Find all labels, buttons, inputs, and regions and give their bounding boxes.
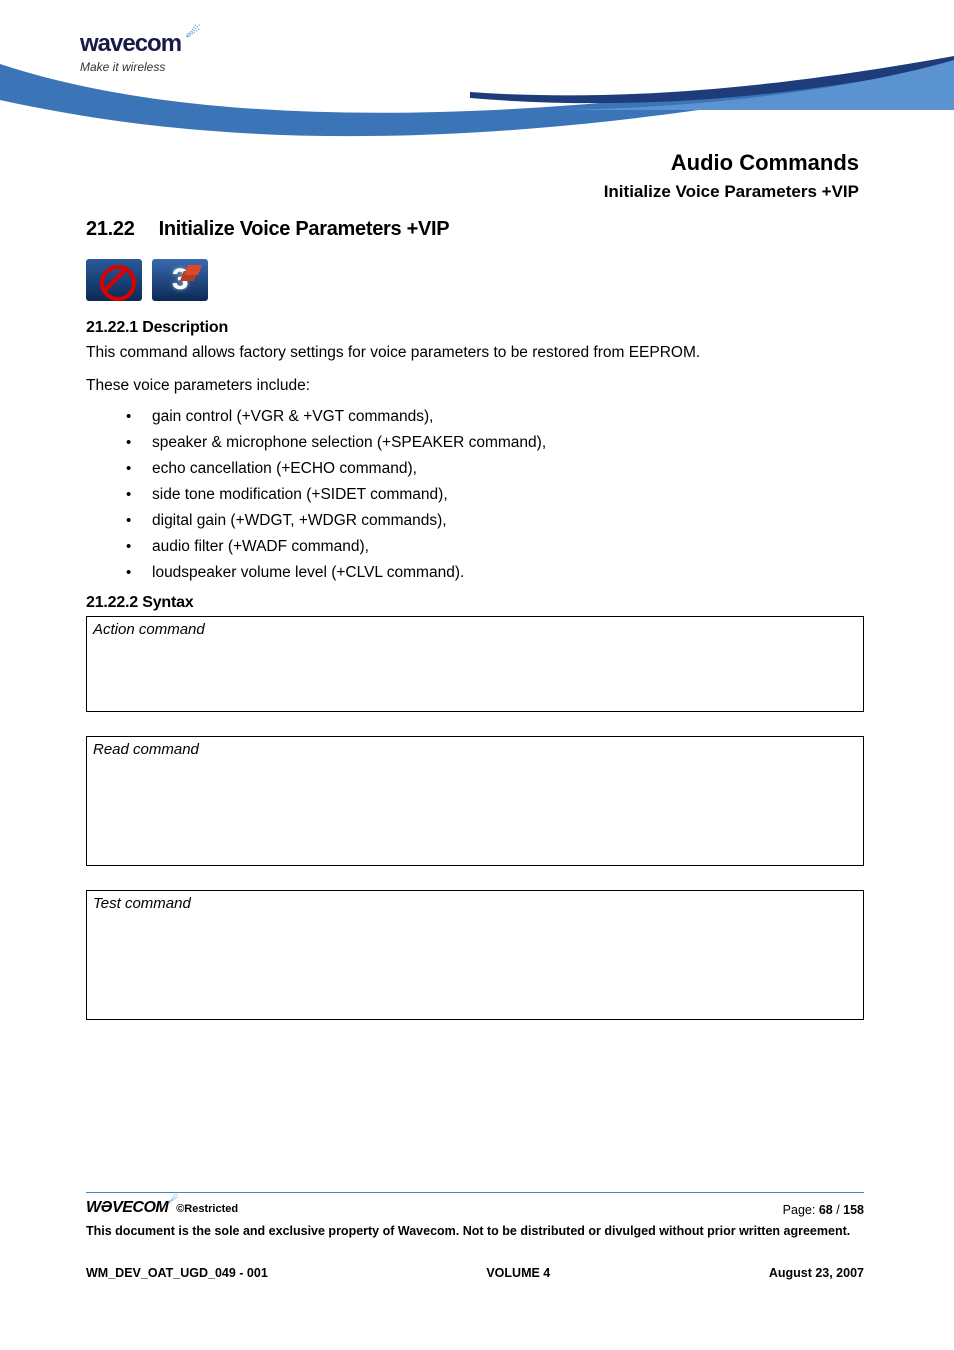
parameter-list: gain control (+VGR & +VGT commands), spe… — [126, 408, 864, 582]
footer-page-current: 68 — [819, 1203, 833, 1217]
icons-row: 3 — [86, 259, 864, 301]
footer-brand-text: WƏVECOM — [86, 1199, 168, 1216]
page: wavecom ☄ Make it wireless Audio Command… — [0, 0, 954, 1350]
list-item: loudspeaker volume level (+CLVL command)… — [126, 564, 864, 582]
list-item: echo cancellation (+ECHO command), — [126, 460, 864, 478]
list-item: audio filter (+WADF command), — [126, 538, 864, 556]
section-number: 21.22 — [86, 218, 135, 241]
page-header: wavecom ☄ Make it wireless — [0, 0, 954, 170]
footer-page: Page: 68 / 158 — [783, 1203, 864, 1217]
section-title: Initialize Voice Parameters +VIP — [159, 218, 450, 240]
description-para-2: These voice parameters include: — [86, 374, 864, 397]
footer-doc-id: WM_DEV_OAT_UGD_049 - 001 — [86, 1266, 268, 1280]
prohibited-icon — [86, 259, 142, 301]
footer-page-total: 158 — [843, 1203, 864, 1217]
footer-brand: WƏVECOM☄ — [86, 1199, 172, 1216]
footer-volume: VOLUME 4 — [486, 1266, 550, 1280]
footer-row-2: WM_DEV_OAT_UGD_049 - 001 VOLUME 4 August… — [86, 1266, 864, 1280]
footer-disclaimer: This document is the sole and exclusive … — [86, 1223, 864, 1240]
footer-row-1: WƏVECOM☄ ©Restricted Page: 68 / 158 — [86, 1199, 864, 1217]
page-subtitle: Initialize Voice Parameters +VIP — [604, 182, 859, 202]
title-block: Audio Commands Initialize Voice Paramete… — [604, 150, 859, 202]
list-item: speaker & microphone selection (+SPEAKER… — [126, 434, 864, 452]
syntax-heading: 21.22.2 Syntax — [86, 594, 864, 612]
page-footer: WƏVECOM☄ ©Restricted Page: 68 / 158 This… — [86, 1192, 864, 1280]
footer-rule — [86, 1192, 864, 1193]
list-item: side tone modification (+SIDET command), — [126, 486, 864, 504]
action-command-label: Action command — [93, 621, 857, 638]
section-heading: 21.22 Initialize Voice Parameters +VIP — [86, 218, 864, 241]
footer-date: August 23, 2007 — [769, 1266, 864, 1280]
footer-brand-group: WƏVECOM☄ ©Restricted — [86, 1199, 238, 1217]
footer-swirl-icon: ☄ — [168, 1195, 176, 1206]
action-command-box: Action command — [86, 616, 864, 712]
test-command-label: Test command — [93, 895, 857, 912]
read-command-label: Read command — [93, 741, 857, 758]
brand-swirl-icon: ☄ — [186, 24, 198, 41]
read-command-box: Read command — [86, 736, 864, 866]
page-title: Audio Commands — [604, 150, 859, 176]
three-d-icon: 3 — [152, 259, 208, 301]
test-command-box: Test command — [86, 890, 864, 1020]
three-digit: 3 — [172, 263, 189, 296]
footer-restricted: ©Restricted — [176, 1203, 238, 1215]
content: 21.22Initialize Voice Parameters +VIP 3 … — [86, 218, 864, 1044]
list-item: gain control (+VGR & +VGT commands), — [126, 408, 864, 426]
description-heading: 21.22.1 Description — [86, 319, 864, 337]
description-para-1: This command allows factory settings for… — [86, 341, 864, 364]
footer-page-sep: / — [833, 1203, 843, 1217]
footer-page-label: Page: — [783, 1203, 819, 1217]
list-item: digital gain (+WDGT, +WDGR commands), — [126, 512, 864, 530]
